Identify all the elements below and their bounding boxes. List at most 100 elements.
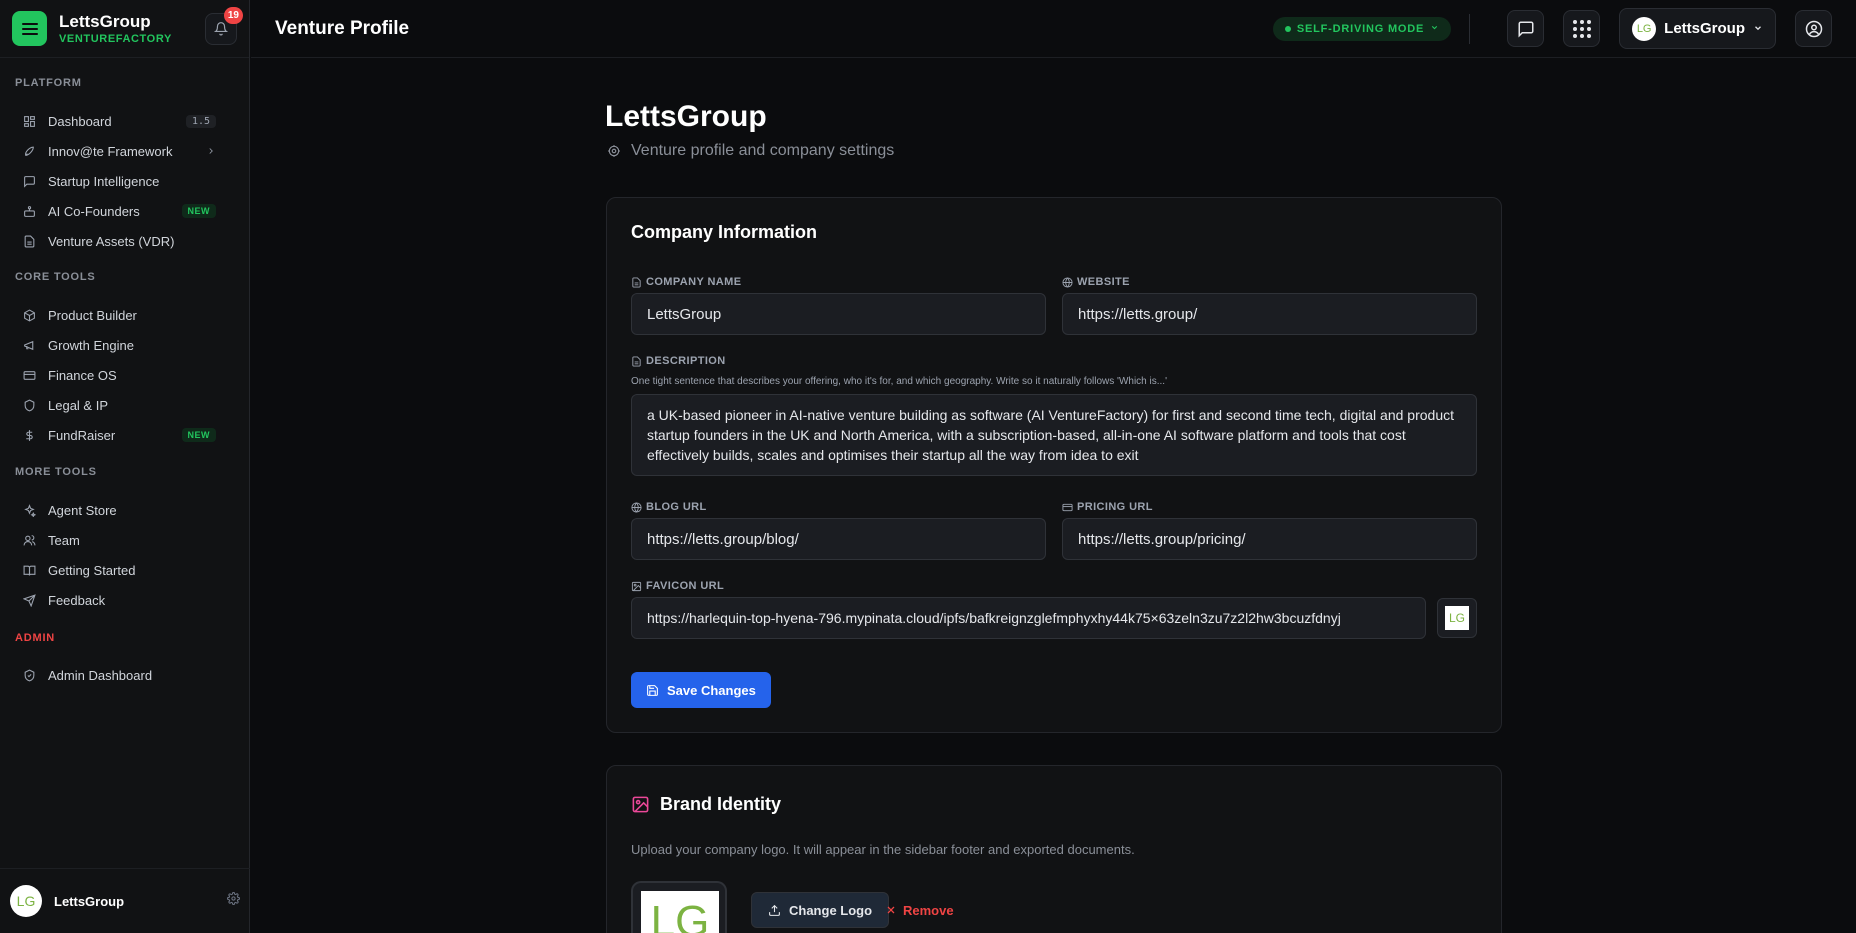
avatar[interactable]: LG [10, 885, 42, 917]
sidebar-item-product-builder[interactable]: Product Builder [12, 301, 226, 329]
label-text: BLOG URL [646, 501, 707, 513]
dashboard-icon [22, 114, 36, 128]
sidebar-item-dashboard[interactable]: Dashboard 1.5 [12, 107, 226, 135]
sidebar-item-finance-os[interactable]: Finance OS [12, 361, 226, 389]
favicon-url-input[interactable]: https://harlequin-top-hyena-796.mypinata… [631, 597, 1426, 639]
description-hint: One tight sentence that describes your o… [631, 376, 1167, 387]
rocket-icon [22, 144, 36, 158]
favicon-url-label: FAVICON URL [631, 580, 724, 592]
favicon-preview: LG [1437, 598, 1477, 638]
sidebar-item-label: Team [48, 532, 80, 548]
save-changes-button[interactable]: Save Changes [631, 672, 771, 708]
sidebar-item-label: Feedback [48, 592, 106, 608]
org-avatar: LG [1632, 16, 1657, 41]
user-circle-icon [1805, 20, 1822, 37]
sidebar-item-label: Agent Store [48, 502, 117, 518]
new-badge: NEW [181, 204, 216, 218]
image-icon [632, 796, 649, 813]
cube-icon [22, 308, 36, 322]
sidebar-item-feedback[interactable]: Feedback [12, 586, 226, 614]
sidebar-item-fundraiser[interactable]: FundRaiser NEW [12, 421, 226, 449]
sidebar-item-legal-ip[interactable]: Legal & IP [12, 391, 226, 419]
image-icon [631, 581, 642, 591]
sidebar-item-label: Growth Engine [48, 337, 134, 353]
save-icon [647, 684, 658, 696]
page-heading: LettsGroup [605, 100, 767, 133]
main-content: LettsGroup Venture profile and company s… [251, 59, 1856, 933]
card-title: Company Information [631, 222, 818, 242]
message-square-icon [22, 174, 36, 188]
sidebar-item-innovate-framework[interactable]: Innov@te Framework [12, 137, 226, 165]
company-name-input[interactable]: LettsGroup [631, 293, 1046, 335]
dollar-icon [22, 428, 36, 442]
menu-icon[interactable] [12, 11, 47, 46]
sidebar-item-venture-assets[interactable]: Venture Assets (VDR) [12, 227, 226, 255]
version-badge: 1.5 [185, 114, 216, 128]
close-icon [887, 906, 895, 914]
pricing-url-label: PRICING URL [1062, 501, 1153, 513]
megaphone-icon [22, 338, 36, 352]
sidebar-item-getting-started[interactable]: Getting Started [12, 556, 226, 584]
message-icon [1518, 21, 1534, 38]
globe-icon [1062, 276, 1073, 288]
chat-button[interactable] [1507, 10, 1545, 47]
sidebar-item-label: AI Co-Founders [48, 203, 140, 219]
label-text: FAVICON URL [646, 580, 725, 592]
pricing-url-input[interactable]: https://letts.group/pricing/ [1062, 518, 1477, 560]
upload-icon [769, 904, 780, 916]
website-input[interactable]: https://letts.group/ [1062, 293, 1477, 335]
blog-url-input[interactable]: https://letts.group/blog/ [631, 518, 1046, 560]
sidebar-item-team[interactable]: Team [12, 526, 226, 554]
book-icon [22, 563, 36, 577]
website-label: WEBSITE [1062, 276, 1130, 288]
notification-count: 19 [223, 6, 243, 24]
remove-logo-label: Remove [903, 902, 954, 918]
apps-grid-button[interactable] [1563, 10, 1601, 47]
sidebar-item-agent-store[interactable]: Agent Store [12, 496, 226, 524]
favicon-image: LG [1445, 606, 1469, 630]
sidebar-item-label: FundRaiser [48, 427, 116, 443]
label-text: WEBSITE [1077, 276, 1130, 288]
divider [1469, 13, 1471, 44]
sidebar-item-ai-cofounders[interactable]: AI Co-Founders NEW [12, 197, 226, 225]
file-icon [22, 234, 36, 248]
self-driving-mode-toggle[interactable]: SELF-DRIVING MODE [1272, 16, 1452, 41]
section-core-tools: CORE TOOLS [15, 271, 96, 283]
chevron-down-icon [1753, 20, 1763, 38]
sidebar-item-label: Product Builder [48, 307, 137, 323]
logo-image: LG [641, 891, 719, 933]
label-text: COMPANY NAME [646, 276, 742, 288]
brand-header: LettsGroup VENTUREFACTORY 19 [0, 0, 249, 58]
sidebar-item-label: Finance OS [48, 367, 117, 383]
remove-logo-button[interactable]: Remove [875, 892, 964, 928]
sidebar-item-startup-intelligence[interactable]: Startup Intelligence [12, 167, 226, 195]
sidebar-item-admin-dashboard[interactable]: Admin Dashboard [12, 661, 226, 689]
description-textarea[interactable]: a UK-based pioneer in AI-native venture … [631, 394, 1477, 476]
notifications-button[interactable]: 19 [205, 6, 243, 45]
sidebar-item-label: Getting Started [48, 562, 136, 578]
sidebar-item-label: Innov@te Framework [48, 143, 173, 159]
brand-identity-header: Brand Identity [631, 794, 781, 815]
page-title: Venture Profile [275, 17, 410, 39]
account-button[interactable] [1795, 10, 1832, 47]
sidebar-item-label: Dashboard [48, 113, 112, 129]
sidebar-item-label: Legal & IP [48, 397, 108, 413]
sidebar-item-growth-engine[interactable]: Growth Engine [12, 331, 226, 359]
footer-org-name: LettsGroup [54, 893, 125, 909]
credit-card-icon [1062, 503, 1073, 511]
brand-identity-card: Brand Identity Upload your company logo.… [606, 765, 1502, 933]
brand-subtitle: VENTUREFACTORY [59, 32, 172, 45]
mode-label: SELF-DRIVING MODE [1296, 22, 1425, 35]
users-icon [22, 533, 36, 547]
org-switcher[interactable]: LG LettsGroup [1619, 8, 1776, 49]
document-icon [632, 355, 641, 367]
company-name-label: COMPANY NAME [631, 276, 741, 288]
gear-icon[interactable] [227, 892, 240, 910]
card-title: Brand Identity [660, 794, 782, 814]
label-text: DESCRIPTION [646, 355, 726, 367]
subtitle-text: Venture profile and company settings [631, 142, 895, 159]
sparkles-icon [22, 503, 36, 517]
change-logo-button[interactable]: Change Logo [751, 892, 890, 928]
brand-identity-description: Upload your company logo. It will appear… [631, 842, 1135, 857]
section-more-tools: MORE TOOLS [15, 466, 97, 478]
